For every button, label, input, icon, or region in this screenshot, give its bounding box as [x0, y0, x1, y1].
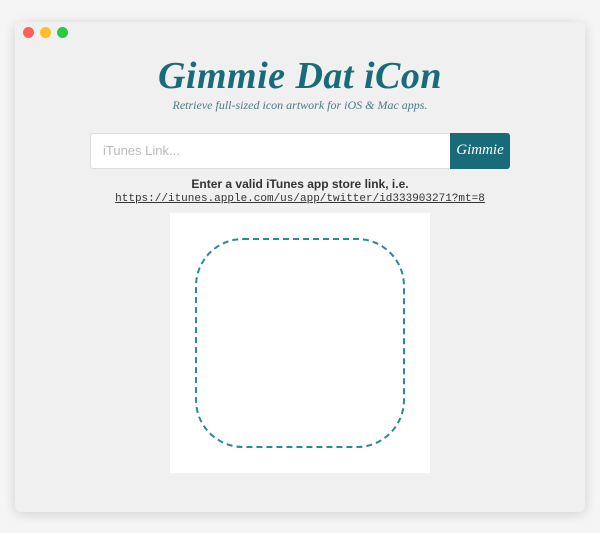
maximize-icon[interactable] — [57, 27, 68, 38]
icon-preview-area — [170, 213, 430, 473]
close-icon[interactable] — [23, 27, 34, 38]
example-link[interactable]: https://itunes.apple.com/us/app/twitter/… — [115, 193, 485, 205]
minimize-icon[interactable] — [40, 27, 51, 38]
app-window: Gimmie Dat iCon Retrieve full-sized icon… — [15, 22, 585, 512]
icon-placeholder — [195, 238, 405, 448]
gimmie-button[interactable]: Gimmie — [450, 133, 510, 169]
app-title: Gimmie Dat iCon — [158, 54, 442, 98]
app-subtitle: Retrieve full-sized icon artwork for iOS… — [173, 98, 428, 113]
itunes-link-input[interactable] — [90, 133, 450, 169]
titlebar — [15, 22, 585, 44]
hint-text: Enter a valid iTunes app store link, i.e… — [191, 177, 408, 191]
search-row: Gimmie — [90, 133, 510, 169]
main-content: Gimmie Dat iCon Retrieve full-sized icon… — [15, 44, 585, 512]
